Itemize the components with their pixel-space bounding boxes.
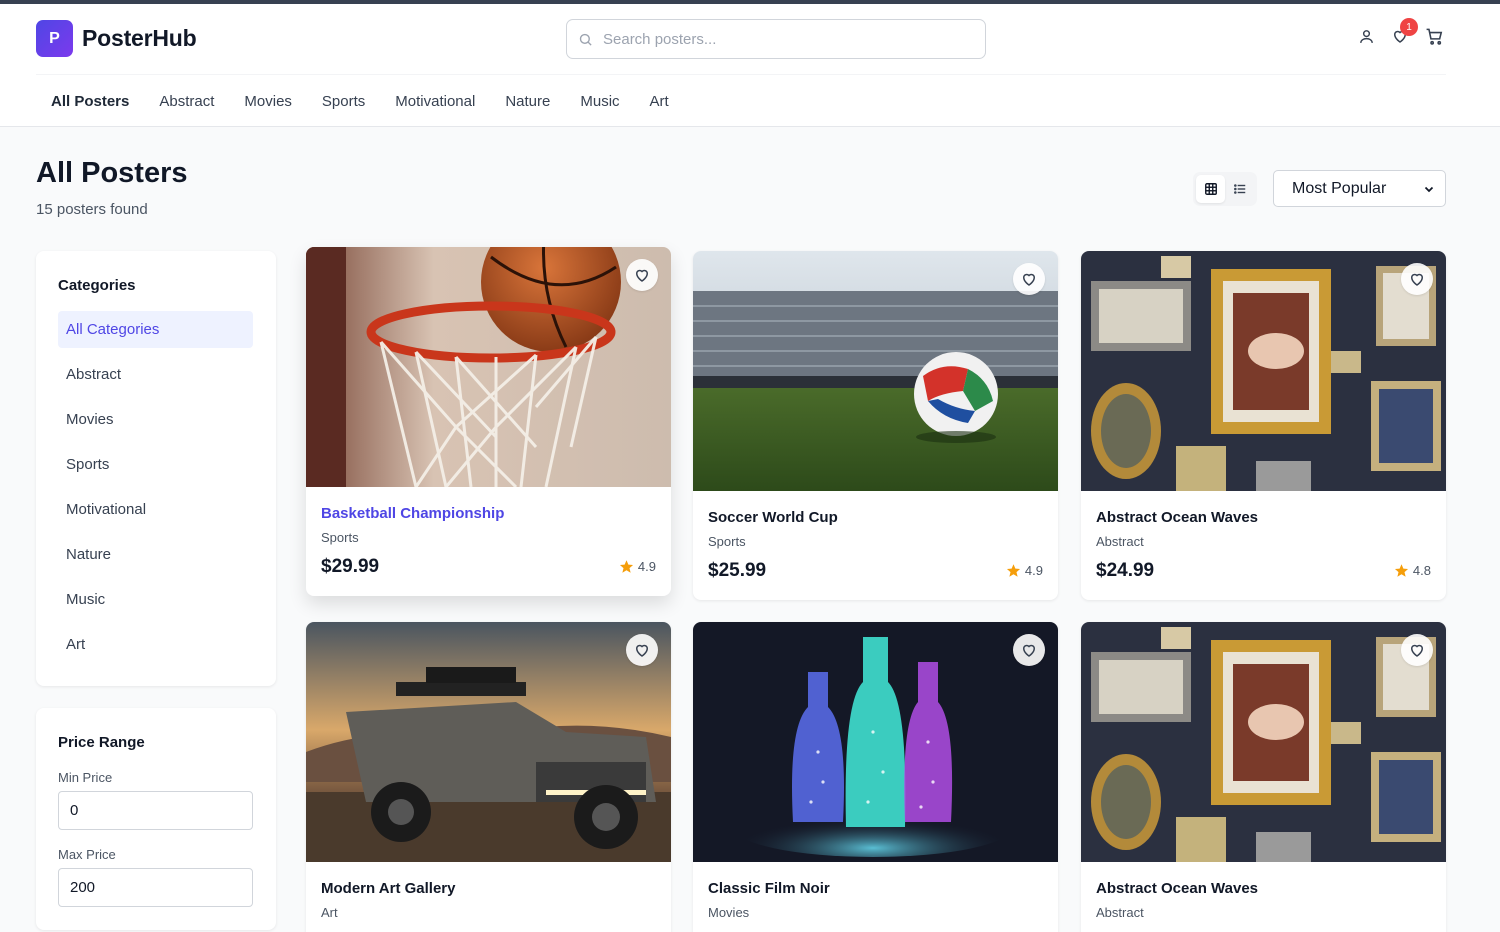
max-price-label: Max Price (58, 847, 116, 862)
chevron-down-icon (1424, 186, 1434, 192)
product-card[interactable]: Abstract Ocean Waves Abstract (1081, 622, 1446, 932)
category-filter-list: All Categories Abstract Movies Sports Mo… (58, 311, 253, 671)
price-range-panel: Price Range Min Price Max Price (36, 708, 276, 930)
product-category: Sports (321, 530, 359, 545)
product-card[interactable]: Basketball Championship Sports $29.99 4.… (306, 247, 671, 596)
wishlist-count-badge: 1 (1400, 18, 1418, 36)
product-name[interactable]: Basketball Championship (321, 505, 504, 522)
header-divider (36, 74, 1446, 75)
product-rating: 4.8 (1394, 563, 1431, 578)
product-image-basketball (306, 247, 671, 487)
price-range-title: Price Range (58, 734, 145, 751)
product-image-glowing-bottles (693, 622, 1058, 862)
nav-abstract[interactable]: Abstract (159, 93, 214, 110)
product-image-framed-art (1081, 622, 1446, 862)
star-icon (619, 560, 633, 573)
filter-nature[interactable]: Nature (58, 536, 253, 573)
max-price-input[interactable] (58, 868, 253, 907)
star-icon (1006, 564, 1020, 577)
list-view-button[interactable] (1225, 175, 1254, 203)
filter-art[interactable]: Art (58, 626, 253, 663)
min-price-input[interactable] (58, 791, 253, 830)
page-title: All Posters (36, 157, 188, 189)
logo[interactable]: P PosterHub (36, 20, 197, 57)
view-toggle (1193, 172, 1257, 206)
category-nav: All Posters Abstract Movies Sports Motiv… (51, 93, 699, 110)
nav-all-posters[interactable]: All Posters (51, 93, 129, 110)
product-card[interactable]: Modern Art Gallery Art (306, 622, 671, 932)
favorite-button[interactable] (1013, 263, 1045, 295)
cart-icon (1426, 28, 1442, 45)
product-price: $25.99 (708, 560, 767, 581)
nav-motivational[interactable]: Motivational (395, 93, 475, 110)
product-card[interactable]: Classic Film Noir Movies (693, 622, 1058, 932)
search-input[interactable] (603, 30, 963, 48)
heart-icon (635, 269, 649, 282)
product-image-soccer (693, 251, 1058, 491)
nav-music[interactable]: Music (580, 93, 619, 110)
product-image-framed-art (1081, 251, 1446, 491)
product-price: $29.99 (321, 556, 380, 577)
cart-button[interactable] (1424, 26, 1444, 46)
product-category: Sports (708, 534, 746, 549)
rating-value: 4.9 (637, 559, 656, 574)
results-count: 15 posters found (36, 201, 148, 218)
account-button[interactable] (1356, 26, 1376, 46)
product-name[interactable]: Classic Film Noir (708, 880, 830, 897)
grid-icon (1204, 183, 1217, 195)
favorite-button[interactable] (1401, 634, 1433, 666)
product-name[interactable]: Soccer World Cup (708, 509, 838, 526)
sort-value: Most Popular (1292, 179, 1387, 197)
nav-art[interactable]: Art (650, 93, 669, 110)
sort-select[interactable]: Most Popular (1273, 170, 1446, 207)
product-category: Art (321, 905, 338, 920)
grid-view-button[interactable] (1196, 175, 1225, 203)
product-card[interactable]: Soccer World Cup Sports $25.99 4.9 (693, 251, 1058, 600)
product-name[interactable]: Modern Art Gallery (321, 880, 455, 897)
product-rating: 4.9 (619, 559, 656, 574)
categories-title: Categories (58, 277, 136, 294)
heart-icon (1022, 273, 1036, 286)
filter-sports[interactable]: Sports (58, 446, 253, 483)
list-icon (1233, 184, 1245, 194)
product-name[interactable]: Abstract Ocean Waves (1096, 509, 1258, 526)
heart-icon (1410, 644, 1424, 657)
star-icon (1394, 564, 1408, 577)
categories-panel: Categories All Categories Abstract Movie… (36, 251, 276, 686)
favorite-button[interactable] (626, 259, 658, 291)
filter-movies[interactable]: Movies (58, 401, 253, 438)
user-icon (1359, 29, 1373, 43)
site-header: P PosterHub 1 All Posters Abstract Movie… (0, 4, 1500, 127)
filter-abstract[interactable]: Abstract (58, 356, 253, 393)
rating-value: 4.9 (1024, 563, 1043, 578)
logo-badge: P (36, 20, 73, 57)
product-category: Abstract (1096, 534, 1144, 549)
product-image-truck (306, 622, 671, 862)
favorite-button[interactable] (1013, 634, 1045, 666)
product-name[interactable]: Abstract Ocean Waves (1096, 880, 1258, 897)
rating-value: 4.8 (1412, 563, 1431, 578)
filter-motivational[interactable]: Motivational (58, 491, 253, 528)
heart-icon (1022, 644, 1036, 657)
product-rating: 4.9 (1006, 563, 1043, 578)
heart-icon (1410, 273, 1424, 286)
brand-name: PosterHub (82, 25, 197, 51)
heart-icon (635, 644, 649, 657)
wishlist-button[interactable]: 1 (1390, 18, 1418, 46)
product-card[interactable]: Abstract Ocean Waves Abstract $24.99 4.8 (1081, 251, 1446, 600)
search-box[interactable] (566, 19, 986, 59)
nav-movies[interactable]: Movies (244, 93, 292, 110)
header-actions: 1 (1356, 18, 1444, 46)
product-category: Abstract (1096, 905, 1144, 920)
nav-nature[interactable]: Nature (505, 93, 550, 110)
filter-all-categories[interactable]: All Categories (58, 311, 253, 348)
product-category: Movies (708, 905, 750, 920)
favorite-button[interactable] (626, 634, 658, 666)
favorite-button[interactable] (1401, 263, 1433, 295)
search-icon (579, 33, 592, 46)
nav-sports[interactable]: Sports (322, 93, 365, 110)
min-price-label: Min Price (58, 770, 113, 785)
filter-music[interactable]: Music (58, 581, 253, 618)
product-price: $24.99 (1096, 560, 1155, 581)
